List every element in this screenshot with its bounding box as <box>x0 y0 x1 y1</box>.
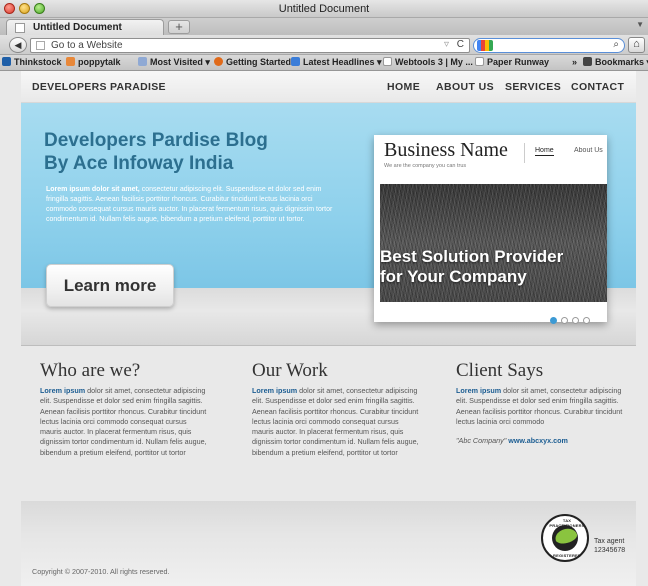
slide-dot-4[interactable] <box>583 317 590 324</box>
divider <box>524 143 525 163</box>
google-engine-icon[interactable] <box>477 40 493 51</box>
site-brand[interactable]: DEVELOPERS PARADISE <box>32 81 166 93</box>
tab-label: Untitled Document <box>33 22 122 33</box>
client-link[interactable]: www.abcxyx.com <box>508 436 568 445</box>
column-title: Client Says <box>456 360 544 381</box>
nav-home[interactable]: HOME <box>387 81 420 93</box>
nav-contact[interactable]: CONTACT <box>571 81 624 93</box>
web-page: DEVELOPERS PARADISE HOME ABOUT US SERVIC… <box>21 71 636 586</box>
bookmarks-icon <box>583 57 592 66</box>
slide-dot-3[interactable] <box>572 317 579 324</box>
reload-icon[interactable]: C <box>457 39 464 50</box>
page-icon <box>15 23 25 33</box>
business-name: Business Name <box>384 139 508 161</box>
rss-icon <box>291 57 300 66</box>
url-placeholder: Go to a Website <box>51 40 123 51</box>
bookmark-paper-runway[interactable]: Paper Runway <box>475 57 549 67</box>
bookmarks-menu-button[interactable]: Bookmarks ▾ <box>583 57 648 68</box>
tax-agent-label: Tax agent 12345678 <box>594 538 626 554</box>
hero-description: Lorem ipsum dolor sit amet, consectetur … <box>46 186 333 223</box>
business-tagline: We are the company you can trus <box>384 163 467 169</box>
column-title: Our Work <box>252 360 328 381</box>
column-text: Lorem ipsum dolor sit amet, consectetur … <box>40 386 207 457</box>
bookmarks-toolbar: Thinkstock poppytalk Most Visited ▾ Gett… <box>0 55 648 71</box>
learn-more-button[interactable]: Learn more <box>46 264 174 307</box>
firefox-icon <box>214 57 223 66</box>
bookmark-thinkstock[interactable]: Thinkstock <box>2 57 62 67</box>
bookmark-poppytalk[interactable]: poppytalk <box>66 57 121 67</box>
search-bar[interactable]: ⌕ <box>473 38 625 53</box>
navigation-toolbar: ◀ Go to a Website ▿ C ⌕ ⌂ <box>0 35 648 55</box>
back-button[interactable]: ◀ <box>9 37 27 53</box>
column-client-says: Client Says Lorem ipsum dolor sit amet, … <box>456 360 626 445</box>
bookmark-star-icon[interactable]: ▿ <box>444 39 449 50</box>
slider-nav-about[interactable]: About Us <box>574 147 607 154</box>
column-text: Lorem ipsum dolor sit amet, consectetur … <box>456 386 623 426</box>
window-titlebar: Untitled Document <box>0 0 648 18</box>
nav-about-us[interactable]: ABOUT US <box>436 81 494 93</box>
bookmark-webtools[interactable]: Webtools 3 | My ... <box>383 57 473 67</box>
column-who-are-we: Who are we? Lorem ipsum dolor sit amet, … <box>40 360 210 458</box>
bookmark-getting-started[interactable]: Getting Started <box>214 57 291 67</box>
tax-practitioners-seal-icon: TAX PRACTITIONERS BOARD REGISTERED <box>541 514 589 562</box>
site-identity-icon <box>36 41 45 50</box>
tab-list-dropdown-icon[interactable]: ▼ <box>636 20 644 29</box>
tab-bar: Untitled Document + ▼ <box>0 18 648 35</box>
tab-untitled-document[interactable]: Untitled Document <box>6 19 164 35</box>
bookmark-most-visited[interactable]: Most Visited ▾ <box>138 57 210 68</box>
slide-dot-1[interactable] <box>550 317 557 324</box>
nav-services[interactable]: SERVICES <box>505 81 561 93</box>
new-tab-button[interactable]: + <box>168 20 190 34</box>
column-text: Lorem ipsum dolor sit amet, consectetur … <box>252 386 419 457</box>
slide-caption: Best Solution Provider for Your Company <box>380 247 564 286</box>
home-button[interactable]: ⌂ <box>628 37 645 53</box>
slide-dot-2[interactable] <box>561 317 568 324</box>
slider-nav-home[interactable]: Home <box>535 147 554 156</box>
grass-slide-image[interactable]: Best Solution Provider for Your Company <box>380 184 607 302</box>
url-bar[interactable]: Go to a Website ▿ C <box>30 38 470 53</box>
slider-card: Business Name We are the company you can… <box>374 135 607 324</box>
copyright-text: Copyright © 2007-2010. All rights reserv… <box>32 567 170 576</box>
bookmark-latest-headlines[interactable]: Latest Headlines ▾ <box>291 57 382 68</box>
window-title: Untitled Document <box>278 3 370 15</box>
search-icon[interactable]: ⌕ <box>613 39 619 50</box>
site-header: DEVELOPERS PARADISE HOME ABOUT US SERVIC… <box>21 71 636 103</box>
column-our-work: Our Work Lorem ipsum dolor sit amet, con… <box>252 360 422 458</box>
hero-title: Developers Pardise Blog By Ace Infoway I… <box>44 130 268 174</box>
page-icon <box>475 57 484 66</box>
slider-pagination <box>550 311 594 329</box>
column-title: Who are we? <box>40 360 141 381</box>
client-quote: "Abc Company" www.abcxyx.com <box>456 436 568 446</box>
poppytalk-icon <box>66 57 75 66</box>
page-icon <box>383 57 392 66</box>
folder-icon <box>138 57 147 66</box>
thinkstock-icon <box>2 57 11 66</box>
bookmarks-overflow-button[interactable]: » <box>572 57 577 67</box>
